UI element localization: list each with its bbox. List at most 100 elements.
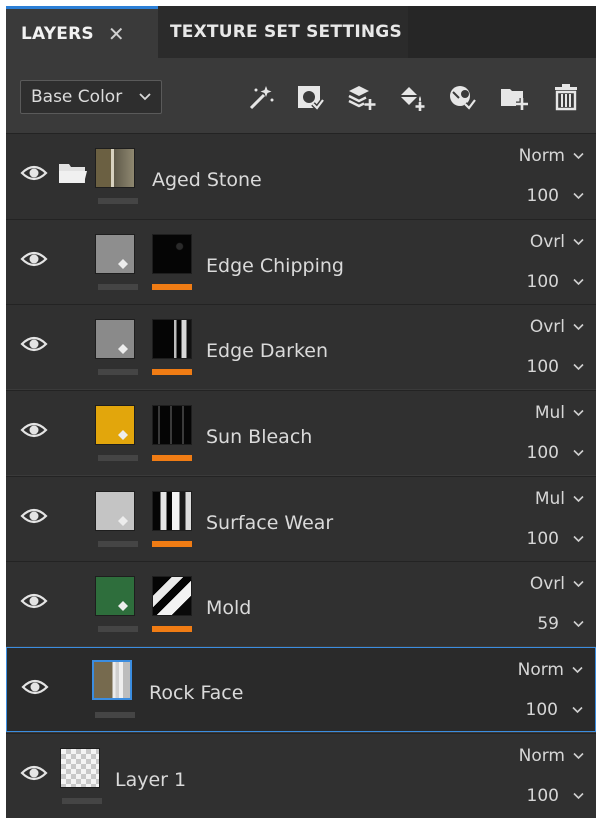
chevron-down-icon <box>573 152 584 160</box>
mask-thumbnail <box>152 319 192 359</box>
thumbnail-bar <box>98 284 138 290</box>
opacity-dropdown[interactable]: 59 <box>537 614 584 634</box>
folder-icon <box>59 164 87 183</box>
layer-name: Sun Bleach <box>206 426 313 448</box>
mask-active-bar <box>152 455 192 461</box>
opacity-value: 100 <box>525 700 558 720</box>
layer-thumbnail <box>95 148 135 188</box>
close-icon[interactable]: ✕ <box>108 22 125 46</box>
layer-thumbnail <box>92 660 132 700</box>
blend-mode-value: Mul <box>534 489 565 509</box>
layer-row-rock-face[interactable]: Rock Face Norm 100 <box>6 647 596 732</box>
chevron-down-icon <box>573 323 584 331</box>
add-mask-icon[interactable] <box>295 82 325 112</box>
blend-mode-dropdown[interactable]: Ovrl <box>530 574 584 594</box>
paint-bucket-icon <box>118 430 128 440</box>
eye-icon[interactable] <box>21 676 49 698</box>
chevron-down-icon <box>573 409 584 417</box>
chevron-down-icon <box>572 706 583 714</box>
opacity-dropdown[interactable]: 100 <box>527 529 584 549</box>
blend-mode-value: Norm <box>517 660 564 680</box>
tab-layers-label: LAYERS <box>21 23 94 44</box>
opacity-value: 100 <box>526 272 559 292</box>
delete-icon[interactable] <box>551 82 581 112</box>
layer-name: Surface Wear <box>206 512 334 534</box>
layer-row-surface-wear[interactable]: Surface Wear Mul 100 <box>6 476 596 561</box>
opacity-value: 100 <box>526 443 559 463</box>
chevron-down-icon <box>573 238 584 246</box>
paint-bucket-icon <box>118 601 128 611</box>
blend-mode-value: Norm <box>518 746 565 766</box>
layer-name: Edge Darken <box>206 340 328 362</box>
fill-color-thumbnail <box>95 234 135 274</box>
blend-mode-dropdown[interactable]: Norm <box>519 746 584 766</box>
blend-mode-dropdown[interactable]: Mul <box>535 403 584 423</box>
fill-color-thumbnail <box>95 319 135 359</box>
opacity-value: 100 <box>526 786 559 806</box>
mask-active-bar <box>152 541 192 547</box>
mask-active-bar <box>152 369 192 375</box>
tab-texture-set-settings[interactable]: TEXTURE SET SETTINGS <box>158 6 408 58</box>
layer-name: Edge Chipping <box>206 255 344 277</box>
transparent-thumbnail <box>60 748 100 788</box>
add-folder-icon[interactable] <box>499 82 529 112</box>
opacity-dropdown[interactable]: 100 <box>526 700 583 720</box>
add-smart-material-icon[interactable] <box>447 82 477 112</box>
chevron-down-icon <box>139 93 151 101</box>
layer-row-aged-stone[interactable]: Aged Stone Norm 100 <box>6 133 596 219</box>
mask-thumbnail <box>152 405 192 445</box>
mask-thumbnail <box>152 234 192 274</box>
eye-icon[interactable] <box>20 333 48 355</box>
eye-icon[interactable] <box>20 590 48 612</box>
channel-dropdown[interactable]: Base Color <box>20 80 162 114</box>
blend-mode-value: Norm <box>518 146 565 166</box>
blend-mode-dropdown[interactable]: Ovrl <box>530 317 584 337</box>
layer-row-edge-chipping[interactable]: Edge Chipping Ovrl 100 <box>6 219 596 304</box>
add-fill-layer-icon[interactable] <box>346 82 376 112</box>
mask-thumbnail <box>152 491 192 531</box>
add-effect-icon[interactable] <box>246 82 276 112</box>
blend-mode-value: Ovrl <box>529 317 565 337</box>
blend-mode-dropdown[interactable]: Mul <box>535 489 584 509</box>
eye-icon[interactable] <box>20 162 48 184</box>
opacity-dropdown[interactable]: 100 <box>527 357 584 377</box>
blend-mode-dropdown[interactable]: Norm <box>519 146 584 166</box>
mask-thumbnail <box>152 576 192 616</box>
opacity-dropdown[interactable]: 100 <box>527 186 584 206</box>
chevron-down-icon <box>572 666 583 674</box>
layer-row-sun-bleach[interactable]: Sun Bleach Mul 100 <box>6 390 596 475</box>
chevron-down-icon <box>573 580 584 588</box>
eye-icon[interactable] <box>20 419 48 441</box>
blend-mode-value: Mul <box>534 403 565 423</box>
tab-bar: LAYERS ✕ TEXTURE SET SETTINGS <box>6 6 596 58</box>
blend-mode-value: Ovrl <box>529 574 565 594</box>
paint-bucket-icon <box>118 516 128 526</box>
layer-name: Mold <box>206 597 252 619</box>
eye-icon[interactable] <box>20 248 48 270</box>
layers-panel: LAYERS ✕ TEXTURE SET SETTINGS Base Color <box>6 6 596 818</box>
blend-mode-value: Ovrl <box>529 232 565 252</box>
tab-layers[interactable]: LAYERS ✕ <box>6 6 158 58</box>
layer-row-edge-darken[interactable]: Edge Darken Ovrl 100 <box>6 304 596 389</box>
opacity-dropdown[interactable]: 100 <box>527 272 584 292</box>
blend-mode-dropdown[interactable]: Ovrl <box>530 232 584 252</box>
opacity-dropdown[interactable]: 100 <box>527 786 584 806</box>
chevron-down-icon <box>573 620 584 628</box>
layer-row-mold[interactable]: Mold Ovrl 59 <box>6 561 596 646</box>
tab-texture-set-settings-label: TEXTURE SET SETTINGS <box>170 22 402 42</box>
layer-row-layer-1[interactable]: Layer 1 Norm 100 <box>6 733 596 818</box>
chevron-down-icon <box>573 535 584 543</box>
eye-icon[interactable] <box>20 762 48 784</box>
channel-dropdown-value: Base Color <box>31 87 123 107</box>
chevron-down-icon <box>573 792 584 800</box>
eye-icon[interactable] <box>20 505 48 527</box>
mask-active-bar <box>152 626 192 632</box>
add-paint-layer-icon[interactable] <box>396 82 426 112</box>
thumbnail-bar <box>62 798 102 804</box>
opacity-value: 100 <box>526 529 559 549</box>
blend-mode-dropdown[interactable]: Norm <box>518 660 583 680</box>
chevron-down-icon <box>573 449 584 457</box>
opacity-dropdown[interactable]: 100 <box>527 443 584 463</box>
paint-bucket-icon <box>118 259 128 269</box>
chevron-down-icon <box>573 363 584 371</box>
